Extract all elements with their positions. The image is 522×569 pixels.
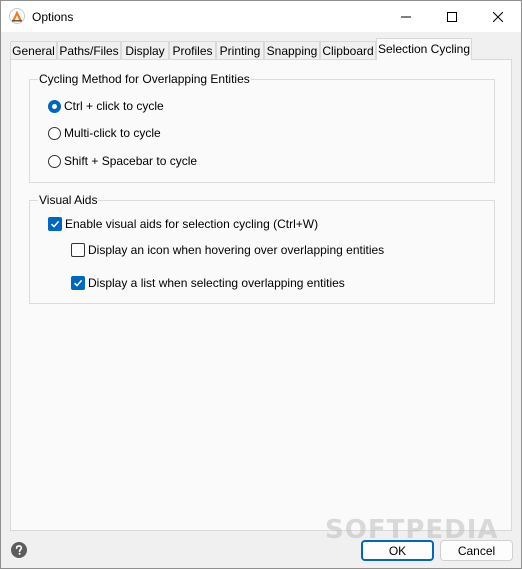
radio-button-selected[interactable] bbox=[48, 99, 61, 113]
checkbox-list-select[interactable]: Display a list when selecting overlappin… bbox=[71, 276, 345, 290]
minimize-button[interactable] bbox=[383, 1, 429, 32]
maximize-icon bbox=[447, 11, 457, 22]
list-select-label: Display a list when selecting overlappin… bbox=[88, 276, 345, 290]
enable-visual-aids-label: Enable visual aids for selection cycling… bbox=[65, 217, 319, 231]
tab-selection-cycling[interactable]: Selection Cycling bbox=[376, 38, 472, 60]
help-icon[interactable] bbox=[11, 542, 27, 558]
minimize-icon bbox=[401, 16, 411, 17]
close-icon bbox=[493, 11, 503, 22]
cancel-button[interactable]: Cancel bbox=[440, 540, 513, 561]
options-dialog: Options General Paths/Files Display Prof… bbox=[0, 0, 522, 569]
tab-clipboard[interactable]: Clipboard bbox=[320, 41, 376, 59]
maximize-button[interactable] bbox=[429, 1, 475, 32]
tab-printing[interactable]: Printing bbox=[216, 41, 264, 59]
tab-display[interactable]: Display bbox=[121, 41, 169, 59]
radio-button[interactable] bbox=[48, 126, 61, 140]
tab-paths-files[interactable]: Paths/Files bbox=[57, 41, 121, 59]
cycling-method-title: Cycling Method for Overlapping Entities bbox=[38, 72, 251, 86]
radio-multi-click[interactable]: Multi-click to cycle bbox=[48, 126, 161, 140]
visual-aids-group: Visual Aids Enable visual aids for selec… bbox=[29, 193, 495, 304]
radio-ctrl-click-label: Ctrl + click to cycle bbox=[64, 99, 164, 113]
radio-shift-spacebar-label: Shift + Spacebar to cycle bbox=[64, 154, 198, 168]
tab-general[interactable]: General bbox=[10, 41, 57, 59]
radio-ctrl-click[interactable]: Ctrl + click to cycle bbox=[48, 99, 164, 113]
app-logo-icon bbox=[9, 8, 25, 24]
checkbox-checked[interactable] bbox=[71, 276, 85, 290]
checkbox-enable-visual-aids[interactable]: Enable visual aids for selection cycling… bbox=[48, 217, 318, 231]
checkbox-unchecked[interactable] bbox=[71, 243, 85, 257]
checkmark-icon bbox=[50, 220, 60, 228]
close-button[interactable] bbox=[475, 1, 521, 32]
checkmark-icon bbox=[73, 279, 83, 287]
radio-shift-spacebar[interactable]: Shift + Spacebar to cycle bbox=[48, 154, 197, 168]
ok-button[interactable]: OK bbox=[361, 540, 434, 561]
icon-hover-label: Display an icon when hovering over overl… bbox=[88, 243, 385, 257]
visual-aids-title: Visual Aids bbox=[38, 193, 99, 207]
radio-multi-click-label: Multi-click to cycle bbox=[64, 126, 161, 140]
window-title: Options bbox=[32, 10, 74, 24]
cycling-method-group: Cycling Method for Overlapping Entities … bbox=[29, 72, 495, 183]
checkbox-checked[interactable] bbox=[48, 217, 62, 231]
selection-cycling-panel: Cycling Method for Overlapping Entities … bbox=[10, 59, 512, 531]
checkbox-icon-hover[interactable]: Display an icon when hovering over overl… bbox=[71, 243, 384, 257]
radio-button[interactable] bbox=[48, 154, 61, 168]
title-bar: Options bbox=[1, 1, 521, 32]
tab-profiles[interactable]: Profiles bbox=[169, 41, 216, 59]
tab-snapping[interactable]: Snapping bbox=[264, 41, 320, 59]
